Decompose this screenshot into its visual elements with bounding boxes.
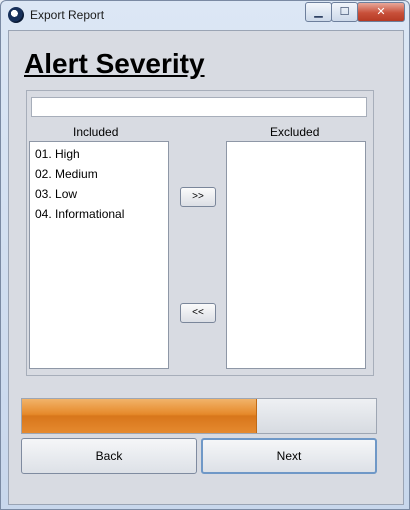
included-label: Included [73,125,119,139]
close-button[interactable]: ✕ [357,2,405,22]
list-item[interactable]: 03. Low [35,186,163,206]
filter-input[interactable] [31,97,367,117]
progress-bar-fill [22,399,257,433]
next-button[interactable]: Next [201,438,377,474]
window-title: Export Report [30,8,105,22]
maximize-button[interactable]: ☐ [331,2,358,22]
list-item[interactable]: 01. High [35,146,163,166]
app-logo-icon [8,7,24,23]
severity-selector-panel: Included Excluded 01. High 02. Medium 03… [26,90,374,376]
list-item[interactable]: 04. Informational [35,206,163,226]
move-to-excluded-button[interactable]: >> [180,187,216,207]
list-item[interactable]: 02. Medium [35,166,163,186]
excluded-label: Excluded [270,125,320,139]
included-list[interactable]: 01. High 02. Medium 03. Low 04. Informat… [29,141,169,369]
progress-bar [21,398,377,434]
title-bar[interactable]: Export Report ▁ ☐ ✕ [1,1,409,29]
export-report-window: Export Report ▁ ☐ ✕ Alert Severity Inclu… [0,0,410,510]
excluded-list[interactable] [226,141,366,369]
back-button[interactable]: Back [21,438,197,474]
dialog-content: Alert Severity Included Excluded 01. Hig… [8,30,404,505]
move-to-included-button[interactable]: << [180,303,216,323]
minimize-button[interactable]: ▁ [305,2,332,22]
page-title: Alert Severity [24,48,205,79]
